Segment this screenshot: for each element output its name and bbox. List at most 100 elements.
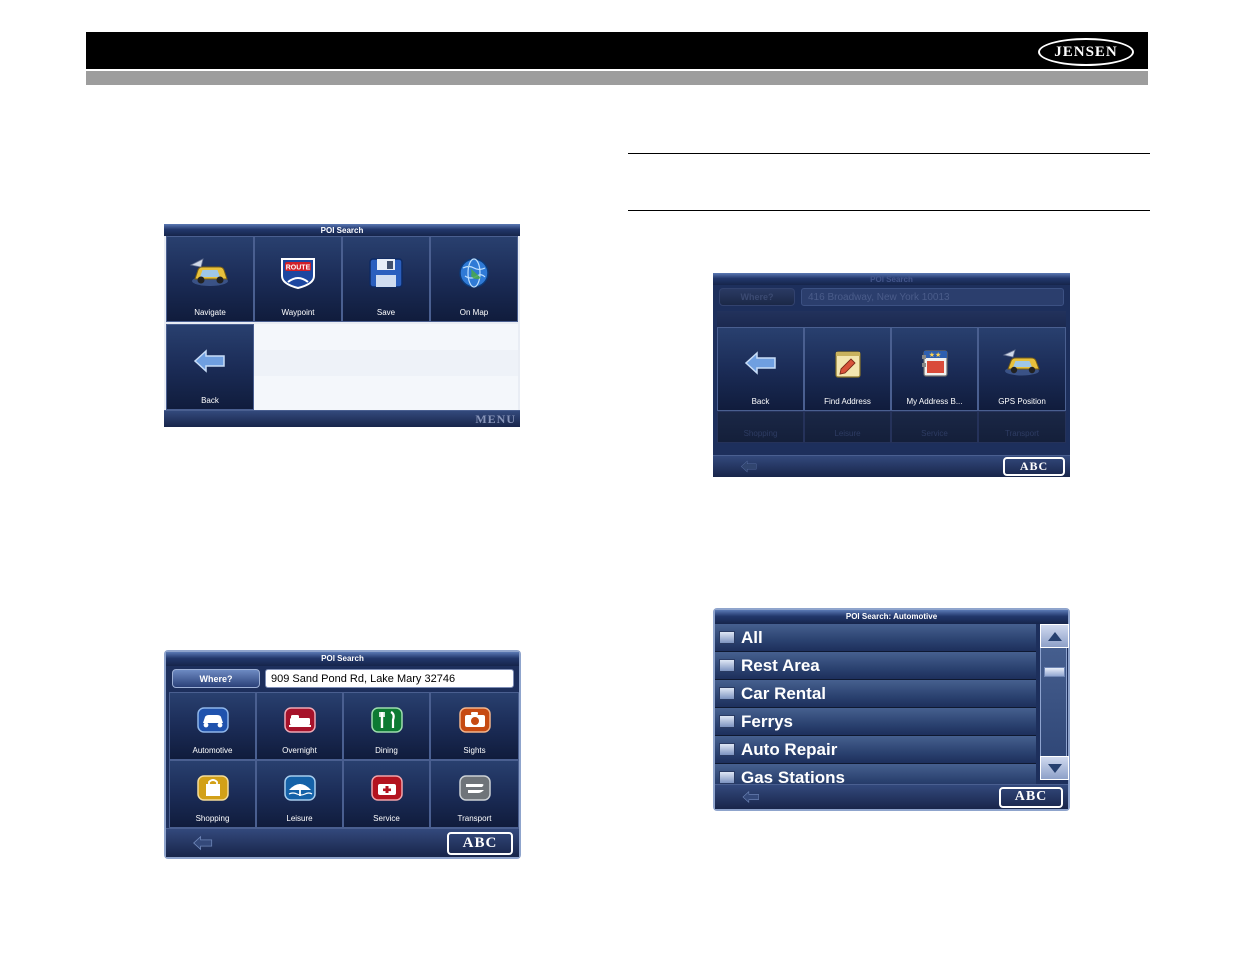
- tile-transport-dim-label: Transport: [1005, 429, 1039, 438]
- abc-indicator[interactable]: ABC: [1003, 457, 1065, 476]
- where-button[interactable]: Where?: [172, 669, 260, 688]
- scroll-up-button[interactable]: [1040, 624, 1069, 648]
- poi-tile-row-2: Shopping Leisure Service Transport: [169, 760, 519, 828]
- poi-item-icon: [719, 771, 735, 784]
- empty-row-1: [254, 324, 518, 351]
- tile-navigate-label: Navigate: [194, 308, 226, 317]
- svg-text:★★: ★★: [928, 351, 941, 359]
- list-item-label: All: [741, 627, 763, 647]
- abc-indicator-list[interactable]: ABC: [999, 786, 1063, 808]
- tile-back-address-label: Back: [751, 397, 770, 406]
- beach-umbrella-icon: [257, 761, 342, 814]
- poi-automotive-bottom-bar: ABC: [715, 784, 1068, 809]
- poi-address-field[interactable]: 909 Sand Pond Rd, Lake Mary 32746: [265, 669, 514, 688]
- tile-back[interactable]: Back: [166, 324, 254, 410]
- notepad-icon: [805, 328, 890, 397]
- route-options-bottom-bar: MENU: [164, 410, 520, 427]
- list-item-label: Ferrys: [741, 711, 793, 731]
- poi-item-icon: [719, 743, 735, 756]
- screen-poi-search: POI Search Where? 909 Sand Pond Rd, Lake…: [164, 650, 521, 859]
- tile-shopping-dim[interactable]: Shopping: [717, 411, 804, 443]
- back-arrow-icon: [167, 325, 253, 396]
- floppy-disk-icon: [343, 237, 429, 308]
- tile-back-label: Back: [201, 396, 219, 405]
- triangle-up-icon: [1047, 631, 1062, 641]
- tile-find-address-label: Find Address: [824, 397, 871, 406]
- list-item[interactable]: Ferrys: [715, 708, 1036, 736]
- tile-waypoint[interactable]: ROUTE Waypoint: [254, 236, 342, 322]
- tile-on-map-label: On Map: [459, 308, 489, 317]
- poi-item-icon: [719, 631, 735, 644]
- empty-row-2: [254, 350, 518, 377]
- tile-transport[interactable]: Transport: [430, 760, 519, 828]
- tile-shopping-dim-label: Shopping: [743, 429, 778, 438]
- tile-dining[interactable]: Dining: [343, 692, 430, 760]
- tile-automotive[interactable]: Automotive: [169, 692, 256, 760]
- tile-sights[interactable]: Sights: [430, 692, 519, 760]
- list-item[interactable]: All: [715, 624, 1036, 652]
- tile-waypoint-label: Waypoint: [281, 308, 315, 317]
- tile-overnight[interactable]: Overnight: [256, 692, 343, 760]
- address-entry-dim-row: Shopping Leisure Service Transport: [717, 411, 1066, 443]
- page-header-bar: JENSEN: [86, 32, 1148, 69]
- tile-my-address-book-label: My Address B...: [906, 397, 963, 406]
- bed-icon: [257, 693, 342, 746]
- tile-leisure-dim-label: Leisure: [834, 429, 861, 438]
- tile-shopping-label: Shopping: [195, 814, 230, 823]
- address-book-icon: ★★: [892, 328, 977, 397]
- tile-service-dim[interactable]: Service: [891, 411, 978, 443]
- scrollbar-thumb[interactable]: [1044, 667, 1065, 677]
- screen-title-address-entry: POI Search: [713, 273, 1070, 285]
- svg-text:ROUTE: ROUTE: [286, 264, 311, 271]
- back-arrow-icon-list[interactable]: [720, 790, 782, 804]
- tile-leisure-label: Leisure: [286, 814, 313, 823]
- tile-gps-position-label: GPS Position: [998, 397, 1046, 406]
- abc-indicator-poi[interactable]: ABC: [447, 831, 513, 855]
- tile-leisure[interactable]: Leisure: [256, 760, 343, 828]
- tile-on-map[interactable]: On Map: [430, 236, 518, 322]
- tile-find-address[interactable]: Find Address: [804, 327, 891, 411]
- cutlery-icon: [344, 693, 429, 746]
- tile-leisure-dim[interactable]: Leisure: [804, 411, 891, 443]
- tile-shopping[interactable]: Shopping: [169, 760, 256, 828]
- route-options-tile-row-1: Navigate ROUTE Waypoint Save On Map: [166, 236, 518, 322]
- poi-address-value: 909 Sand Pond Rd, Lake Mary 32746: [271, 672, 456, 685]
- screen-address-entry: POI Search Where? 416 Broadway, New York…: [713, 273, 1070, 477]
- tile-save[interactable]: Save: [342, 236, 430, 322]
- tile-sights-label: Sights: [463, 746, 486, 755]
- first-aid-icon: [344, 761, 429, 814]
- list-item[interactable]: Rest Area: [715, 652, 1036, 680]
- where-button-dim[interactable]: Where?: [719, 288, 795, 306]
- tile-dining-label: Dining: [375, 746, 398, 755]
- transport-icon: [431, 761, 518, 814]
- tile-transport-label: Transport: [457, 814, 492, 823]
- screen-route-options: POI Search Navigate ROUTE Waypoint Save …: [164, 224, 520, 427]
- poi-tile-row-1: Automotive Overnight Dining Sights: [169, 692, 519, 760]
- address-entry-bottom-bar: ABC: [713, 455, 1070, 477]
- poi-item-icon: [719, 715, 735, 728]
- back-arrow-icon-poi[interactable]: [172, 835, 234, 851]
- car-navigate-icon: [167, 237, 253, 308]
- route-shield-icon: ROUTE: [255, 237, 341, 308]
- list-item[interactable]: Car Rental: [715, 680, 1036, 708]
- tile-my-address-book[interactable]: ★★ My Address B...: [891, 327, 978, 411]
- jensen-logo: JENSEN: [1038, 38, 1134, 66]
- divider-bottom: [628, 210, 1150, 211]
- tile-back-address[interactable]: Back: [717, 327, 804, 411]
- back-arrow-icon-small[interactable]: [718, 460, 780, 473]
- list-item-label: Auto Repair: [741, 739, 838, 759]
- tile-service-dim-label: Service: [921, 429, 948, 438]
- address-field-dim[interactable]: 416 Broadway, New York 10013: [801, 288, 1064, 306]
- tile-gps-position[interactable]: GPS Position: [978, 327, 1066, 411]
- list-item[interactable]: Auto Repair: [715, 736, 1036, 764]
- tile-automotive-label: Automotive: [192, 746, 233, 755]
- list-item-label: Car Rental: [741, 683, 827, 703]
- tile-transport-dim[interactable]: Transport: [978, 411, 1066, 443]
- scroll-down-button[interactable]: [1040, 756, 1069, 780]
- empty-row-3: [254, 376, 518, 410]
- triangle-down-icon: [1047, 763, 1062, 773]
- shopping-bag-icon: [170, 761, 255, 814]
- tile-service[interactable]: Service: [343, 760, 430, 828]
- tile-navigate[interactable]: Navigate: [166, 236, 254, 322]
- camera-icon: [431, 693, 518, 746]
